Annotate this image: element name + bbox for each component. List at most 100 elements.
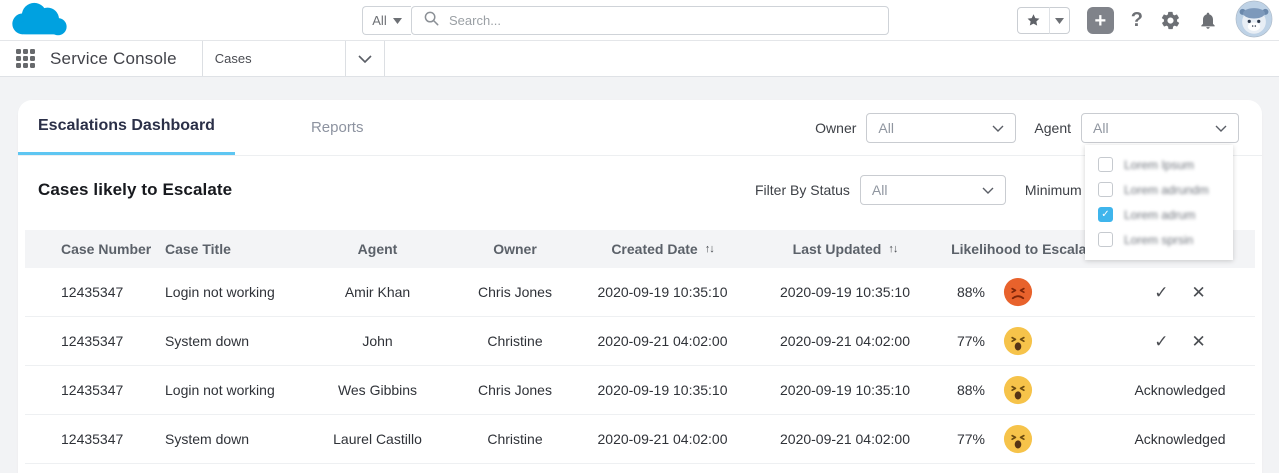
owner-select[interactable]: All — [866, 113, 1016, 143]
table-row: 12435347System downJohnChristine2020-09-… — [25, 317, 1255, 366]
bell-icon — [1198, 10, 1218, 31]
search-scope-dropdown[interactable]: All — [362, 6, 411, 35]
status-text: Acknowledged — [1134, 431, 1225, 447]
agent-option-label: Lorem adrum — [1124, 208, 1195, 222]
plus-icon: + — [1094, 11, 1106, 31]
agent-select-value: All — [1093, 120, 1109, 136]
global-search: All — [362, 6, 889, 35]
dismiss-button[interactable]: ✕ — [1192, 333, 1206, 350]
acknowledge-button[interactable]: ✓ — [1154, 333, 1168, 350]
agent-cell: Amir Khan — [305, 284, 450, 300]
notifications-button[interactable] — [1198, 10, 1218, 31]
agent-select[interactable]: All — [1081, 113, 1239, 143]
check-icon: ✓ — [1154, 332, 1168, 351]
column-header-4[interactable]: Created Date ↑↓ — [580, 241, 745, 257]
last-updated-cell: 2020-09-21 04:02:00 — [745, 431, 945, 447]
tab-dropdown-button[interactable] — [345, 41, 385, 76]
table-row: 12435347Login not workingWes GibbinsChri… — [25, 366, 1255, 415]
column-label: Created Date — [611, 241, 697, 257]
agent-option-label: Lorem Ipsum — [1124, 158, 1194, 172]
column-header-3: Owner — [450, 241, 580, 257]
created-date-cell: 2020-09-21 04:02:00 — [580, 431, 745, 447]
header-actions: + ? — [1017, 5, 1273, 36]
status-select-value: All — [872, 182, 888, 198]
agent-option[interactable]: Lorem Ipsum — [1098, 156, 1220, 173]
likelihood-cell: 88% — [945, 277, 1105, 307]
app-name: Service Console — [50, 49, 177, 69]
angry-face-icon — [1003, 277, 1033, 307]
agent-select-wrap: All Lorem IpsumLorem adrundm✓Lorem adrum… — [1081, 113, 1239, 143]
add-button[interactable]: + — [1087, 7, 1114, 34]
triangle-down-icon — [1055, 18, 1064, 24]
star-icon — [1026, 13, 1041, 28]
column-header-6: Likelihood to Escalate — [945, 241, 1105, 257]
column-header-5[interactable]: Last Updated↑↓ — [745, 241, 945, 257]
section-title: Cases likely to Escalate — [38, 180, 232, 200]
owner-filter-label: Owner — [815, 120, 856, 136]
agent-option[interactable]: ✓ Lorem adrum — [1098, 206, 1220, 223]
favorites-star-button[interactable] — [1017, 7, 1050, 34]
tab-escalations-dashboard[interactable]: Escalations Dashboard — [18, 100, 235, 155]
column-header-1: Case Title — [165, 241, 305, 257]
card-tabs-row: Escalations Dashboard Reports Owner All … — [18, 100, 1262, 156]
agent-option[interactable]: Lorem adrundm — [1098, 181, 1220, 198]
app-navigation-bar: Service Console Cases — [0, 41, 1279, 77]
gear-icon — [1160, 10, 1181, 31]
actions-cell: Acknowledged — [1105, 431, 1255, 447]
checkbox-checked-icon[interactable]: ✓ — [1098, 207, 1113, 222]
case-title-cell: Login not working — [165, 382, 305, 398]
column-label: Likelihood to Escalate — [951, 241, 1099, 257]
dismiss-button[interactable]: ✕ — [1192, 284, 1206, 301]
actions-cell: ✓✕ — [1105, 333, 1255, 350]
setup-button[interactable] — [1160, 10, 1181, 31]
column-label: Owner — [493, 241, 537, 257]
checkbox-icon[interactable] — [1098, 182, 1113, 197]
column-header-0: Case Number — [25, 241, 165, 257]
tab-cases[interactable]: Cases — [202, 41, 345, 76]
last-updated-cell: 2020-09-19 10:35:10 — [745, 382, 945, 398]
search-bar[interactable] — [411, 6, 889, 35]
search-input[interactable] — [449, 13, 888, 28]
triangle-down-icon — [393, 18, 402, 24]
salesforce-logo[interactable] — [8, 1, 70, 46]
salesforce-cloud-icon — [8, 1, 70, 41]
agent-cell: Wes Gibbins — [305, 382, 450, 398]
avatar-image — [1235, 0, 1273, 38]
case-title-cell: System down — [165, 431, 305, 447]
tab-reports-label: Reports — [311, 119, 364, 136]
close-icon: ✕ — [1192, 332, 1206, 351]
favorites-dropdown-button[interactable] — [1049, 7, 1070, 34]
sort-icon[interactable]: ↑↓ — [888, 243, 897, 255]
actions-cell: ✓✕ — [1105, 284, 1255, 301]
likelihood-cell: 77% — [945, 326, 1105, 356]
column-header-2: Agent — [305, 241, 450, 257]
cases-table: Case Number Case TitleAgent Owner Created D… — [25, 230, 1255, 464]
help-button[interactable]: ? — [1131, 9, 1143, 32]
acknowledge-button[interactable]: ✓ — [1154, 284, 1168, 301]
sort-icon[interactable]: ↑↓ — [705, 243, 714, 255]
case-number-cell: 12435347 — [25, 382, 165, 398]
last-updated-cell: 2020-09-21 04:02:00 — [745, 333, 945, 349]
chevron-down-icon — [1215, 125, 1227, 132]
owner-select-value: All — [878, 120, 894, 136]
checkbox-icon[interactable] — [1098, 232, 1113, 247]
likelihood-value: 77% — [957, 431, 985, 447]
app-launcher-icon[interactable] — [16, 49, 36, 69]
user-avatar[interactable] — [1235, 0, 1273, 41]
agent-option[interactable]: Lorem sprsin — [1098, 231, 1220, 248]
likelihood-cell: 77% — [945, 424, 1105, 454]
tab-reports[interactable]: Reports — [291, 100, 384, 155]
minimum-label: Minimum — [1025, 182, 1082, 198]
favorites-control — [1017, 7, 1070, 34]
close-icon: ✕ — [1192, 283, 1206, 302]
likelihood-value: 88% — [957, 382, 985, 398]
search-scope-value: All — [372, 13, 386, 28]
agent-cell: Laurel Castillo — [305, 431, 450, 447]
last-updated-cell: 2020-09-19 10:35:10 — [745, 284, 945, 300]
top-filters: Owner All Agent All Lorem IpsumLorem adr… — [815, 113, 1239, 143]
column-label: Case Number — [61, 241, 151, 257]
status-select[interactable]: All — [860, 175, 1006, 205]
created-date-cell: 2020-09-19 10:35:10 — [580, 382, 745, 398]
checkbox-icon[interactable] — [1098, 157, 1113, 172]
likelihood-value: 77% — [957, 333, 985, 349]
